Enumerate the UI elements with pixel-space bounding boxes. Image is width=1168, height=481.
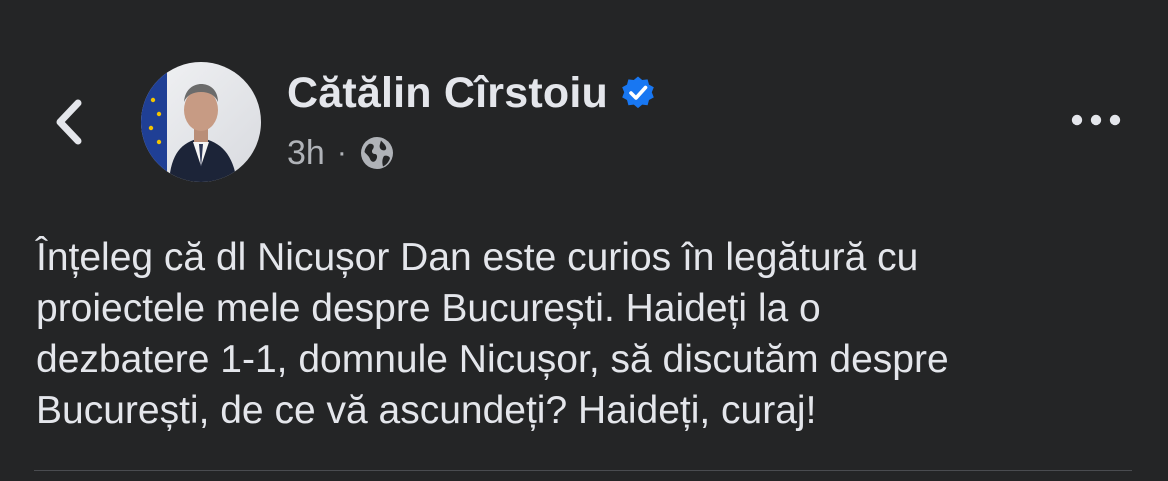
more-options-button[interactable] <box>1066 100 1126 140</box>
author-profile-photo <box>141 62 261 182</box>
globe-icon[interactable] <box>359 135 395 171</box>
post-timestamp[interactable]: 3h <box>287 134 325 173</box>
post-screen: Cătălin Cîrstoiu 3h · Înțeleg că dl Nicu… <box>0 0 1168 481</box>
post-body-text: Înțeleg că dl Nicușor Dan este curios în… <box>36 236 949 432</box>
author-header: Cătălin Cîrstoiu <box>287 62 656 124</box>
back-button[interactable] <box>44 90 94 154</box>
avatar[interactable] <box>141 62 261 182</box>
divider <box>34 470 1132 471</box>
more-horizontal-icon <box>1071 114 1121 126</box>
post-meta: 3h · <box>287 130 395 176</box>
chevron-left-icon <box>56 99 82 145</box>
author-name[interactable]: Cătălin Cîrstoiu <box>287 69 608 118</box>
meta-separator: · <box>336 136 347 169</box>
verified-badge-icon <box>622 76 654 109</box>
